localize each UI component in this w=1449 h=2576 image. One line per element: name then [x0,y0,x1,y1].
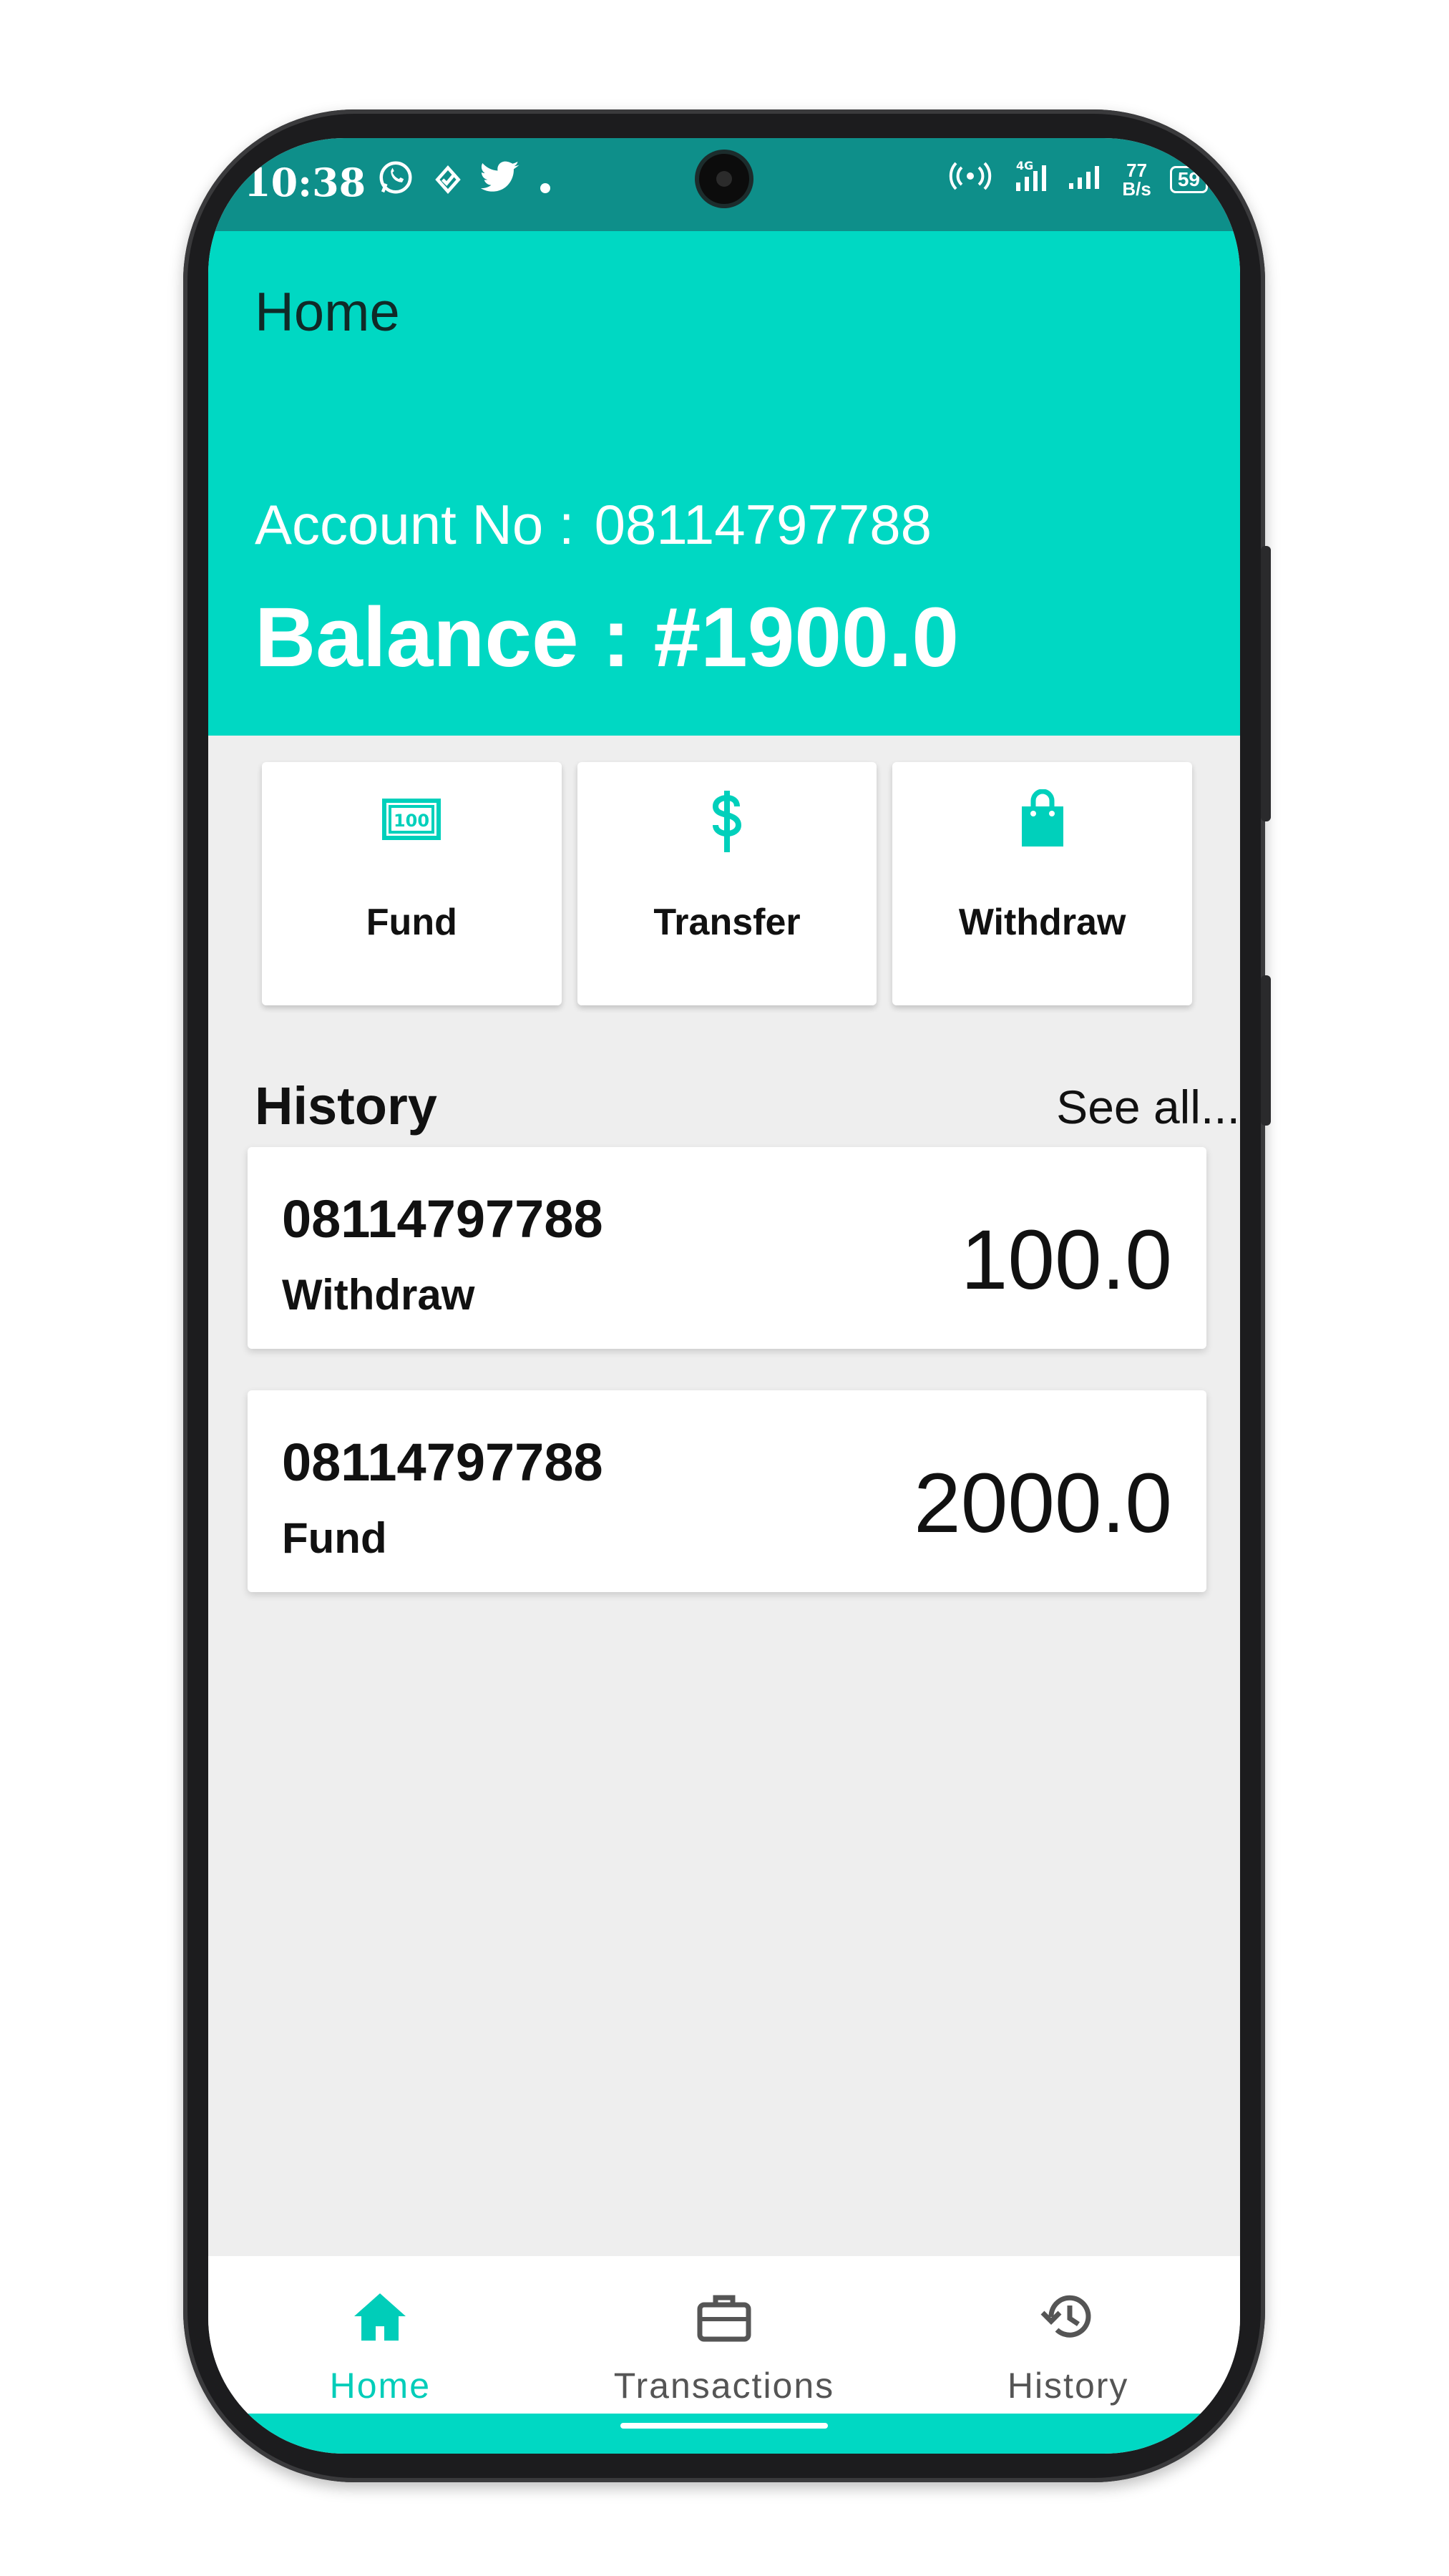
gesture-bar-background [208,2414,1240,2454]
signal-4g-icon: 4G [1010,158,1049,200]
bottom-navigation: Home Transactions History [208,2256,1240,2414]
see-all-link[interactable]: See all... [1056,1080,1240,1134]
power-button [1261,975,1271,1126]
nav-home-label: Home [329,2366,431,2406]
page-title: Home [255,282,400,343]
signal-icon [1068,162,1103,197]
svg-text:100: 100 [394,811,429,831]
banknote-icon: 100 [381,789,441,858]
history-type: Fund [282,1514,387,1562]
account-number: 08114797788 [594,493,932,556]
nav-transactions[interactable]: Transactions [552,2256,896,2406]
home-icon [208,2285,552,2349]
nav-history-label: History [1007,2366,1129,2406]
nav-history[interactable]: History [897,2256,1240,2406]
hotspot-icon [949,162,992,197]
account-info: Account No : 08114797788 [255,492,932,557]
history-account: 08114797788 [282,1189,603,1249]
screen: 10:38 4G 77 B/s 59 Home Account No: 081… [208,138,1240,2454]
twitter-icon [481,160,521,205]
fund-button[interactable]: 100 Fund [262,762,562,1005]
history-amount: 2000.0 [914,1456,1172,1551]
home-indicator[interactable] [620,2423,828,2429]
net-speed: 77 B/s [1122,159,1151,200]
status-time: 10:38 [244,160,366,205]
withdraw-button[interactable]: Withdraw [892,762,1193,1005]
nav-home[interactable]: Home [208,2256,552,2406]
history-icon [897,2285,1240,2349]
briefcase-icon [552,2285,896,2349]
volume-button [1261,546,1271,821]
front-camera [699,154,749,204]
shopping-bag-icon [1018,789,1068,858]
whatsapp-icon [376,158,415,206]
fund-label: Fund [366,902,457,943]
quick-actions: 100 Fund Transfer Withdraw [262,762,1193,1005]
balance-text: Balance : #1900.0 [255,590,959,685]
withdraw-label: Withdraw [958,902,1126,943]
transfer-label: Transfer [653,902,801,943]
history-account: 08114797788 [282,1433,603,1492]
phone-frame: 10:38 4G 77 B/s 59 Home Account No: 081… [183,109,1271,2482]
transfer-button[interactable]: Transfer [577,762,877,1005]
history-item[interactable]: 08114797788 Withdraw 100.0 [248,1147,1206,1349]
status-bar: 10:38 4G 77 B/s 59 [208,138,1240,231]
account-label: Account No : [255,493,575,556]
history-amount: 100.0 [960,1213,1172,1307]
dollar-icon [706,789,748,858]
nav-transactions-label: Transactions [613,2366,835,2406]
app-notification-icon [432,160,464,205]
history-list: 08114797788 Withdraw 100.0 08114797788 F… [248,1147,1206,1634]
svg-text:4G: 4G [1016,159,1033,172]
history-item[interactable]: 08114797788 Fund 2000.0 [248,1390,1206,1592]
app-header: Home Account No : 08114797788 Balance : #… [208,231,1240,736]
history-type: Withdraw [282,1271,475,1319]
battery-icon: 59 [1169,165,1208,193]
more-notifications-dot [538,160,552,205]
history-title: History [255,1076,437,1136]
